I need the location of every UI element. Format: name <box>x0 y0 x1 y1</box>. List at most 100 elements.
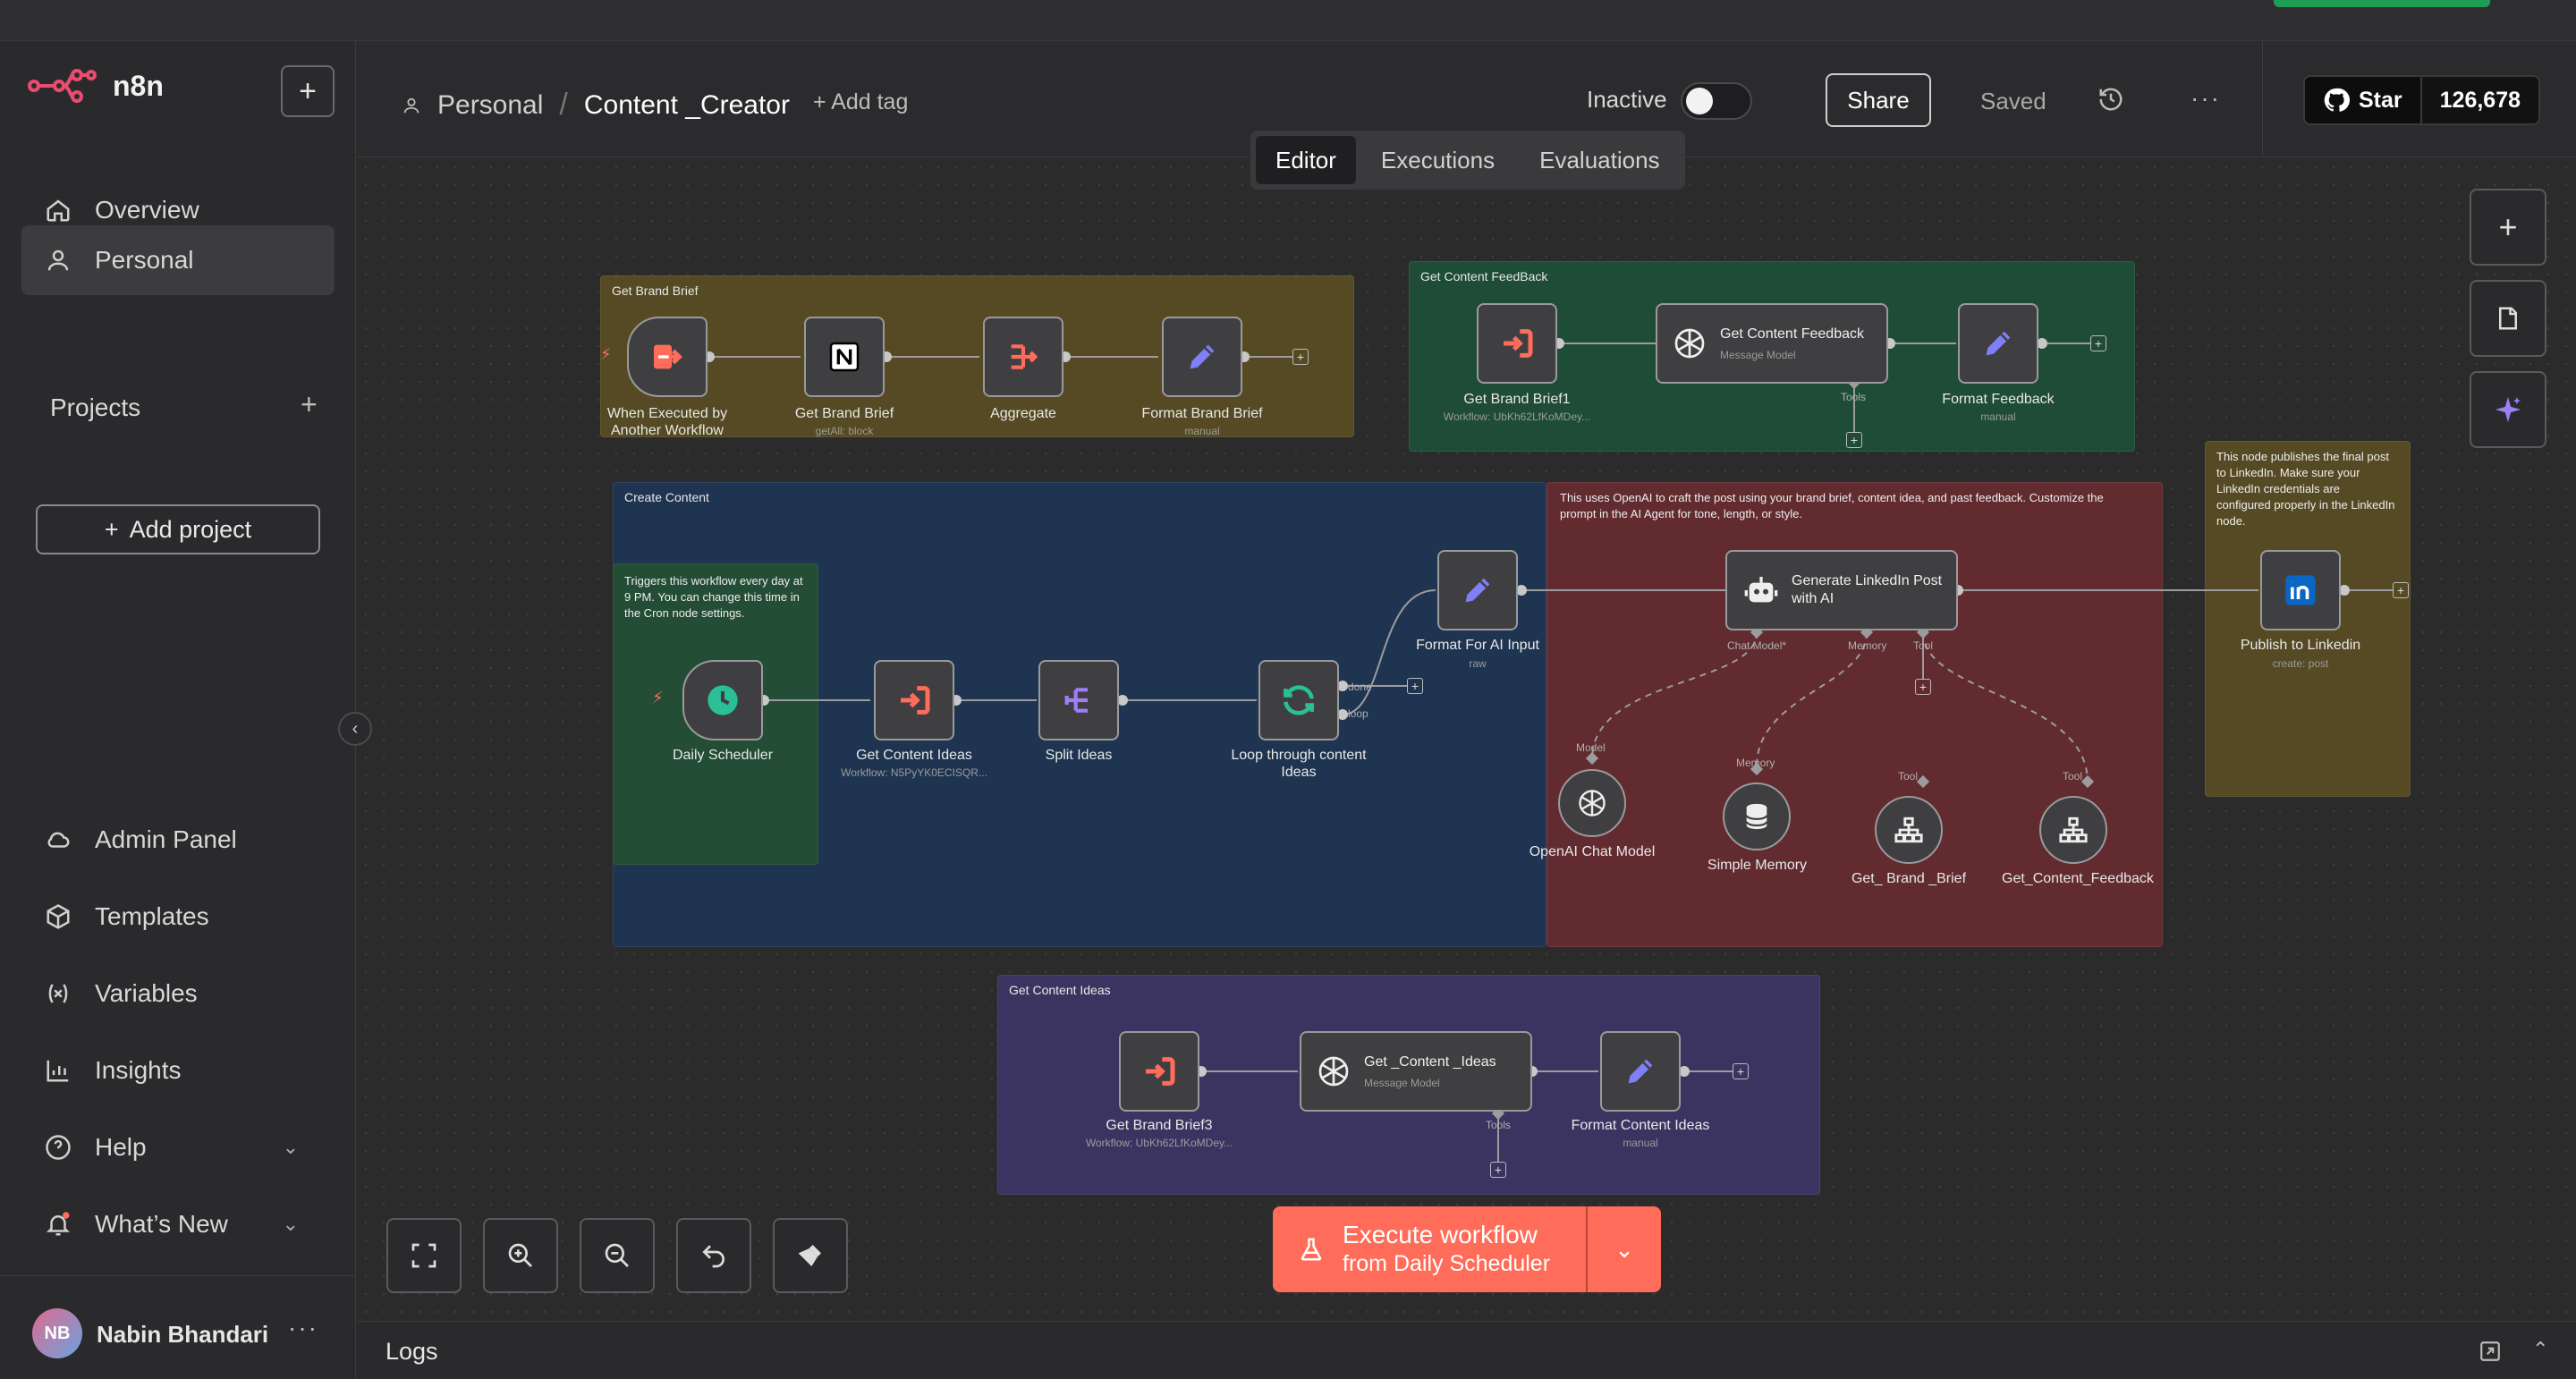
tool-port-label: Tool <box>1898 770 1919 783</box>
execute-dropdown-button[interactable]: ⌄ <box>1588 1236 1661 1264</box>
github-star-button[interactable]: Star 126,678 <box>2303 75 2541 125</box>
node-daily-scheduler[interactable] <box>682 660 763 740</box>
history-icon[interactable] <box>2097 86 2124 113</box>
tab-editor[interactable]: Editor <box>1256 136 1356 184</box>
breadcrumb-project[interactable]: Personal <box>437 90 543 121</box>
node-split-ideas[interactable] <box>1038 660 1119 740</box>
add-tool-button[interactable]: + <box>1915 679 1931 695</box>
node-tool-get-content-feedback[interactable] <box>2039 796 2107 864</box>
add-node-panel-button[interactable]: + <box>2470 189 2546 266</box>
fit-view-button[interactable] <box>386 1218 462 1293</box>
add-project-plus-button[interactable]: + <box>301 388 318 421</box>
zoom-in-button[interactable] <box>483 1218 558 1293</box>
openai-icon <box>1674 328 1705 359</box>
sidebar-item-help[interactable]: Help ⌄ <box>21 1113 335 1182</box>
add-node-button[interactable]: + <box>1733 1063 1749 1079</box>
plus-icon: + <box>104 515 119 543</box>
add-tool-button[interactable]: + <box>1846 432 1862 448</box>
memory-port-label: Memory <box>1736 757 1775 769</box>
user-icon <box>403 97 419 113</box>
notion-icon <box>829 342 860 372</box>
execute-workflow-button[interactable]: Execute workflow from Daily Scheduler ⌄ <box>1273 1206 1661 1292</box>
node-get-content-ideas-model[interactable]: Get _Content _Ideas Message Model <box>1300 1031 1532 1112</box>
tab-executions[interactable]: Executions <box>1361 136 1514 184</box>
node-label: Get Content Ideas <box>856 748 972 763</box>
broom-icon <box>798 1245 821 1266</box>
create-new-button[interactable]: + <box>281 65 335 117</box>
ai-assistant-button[interactable] <box>2470 371 2546 448</box>
node-subtitle: getAll: block <box>815 425 874 437</box>
node-get-brand-brief[interactable] <box>804 317 885 397</box>
breadcrumb-separator: / <box>559 88 568 122</box>
add-node-button[interactable]: + <box>1407 678 1423 694</box>
add-node-button[interactable]: + <box>1292 349 1309 365</box>
done-port-label: done <box>1348 681 1372 693</box>
sticky-note-icon <box>2499 307 2517 330</box>
node-aggregate[interactable] <box>983 317 1063 397</box>
openai-icon <box>1579 790 1606 816</box>
collapse-sidebar-button[interactable]: ‹ <box>338 712 372 746</box>
zoom-out-button[interactable] <box>580 1218 655 1293</box>
toggle-knob <box>1686 88 1713 114</box>
node-format-feedback[interactable] <box>1958 303 2038 384</box>
linkedin-icon <box>2285 575 2316 605</box>
sidebar-item-templates[interactable]: Templates <box>21 882 335 952</box>
sidebar-item-label: Admin Panel <box>95 825 237 853</box>
sidebar-item-admin-panel[interactable]: Admin Panel <box>21 805 335 875</box>
node-format-for-ai-input[interactable] <box>1437 550 1518 630</box>
chevron-down-icon: ⌄ <box>282 1213 299 1235</box>
add-node-button[interactable]: + <box>2090 335 2106 351</box>
sidebar-item-variables[interactable]: Variables <box>21 959 335 1028</box>
open-panel-icon[interactable] <box>2479 1340 2502 1363</box>
node-loop-content-ideas[interactable] <box>1258 660 1339 740</box>
sidebar-item-label: What’s New <box>95 1210 228 1238</box>
chevron-down-icon: ⌄ <box>282 1136 299 1158</box>
trigger-bolt-icon: ⚡ <box>600 345 612 363</box>
node-generate-linkedin-post[interactable]: Generate LinkedIn Post with AI <box>1725 550 1958 630</box>
robot-icon <box>1744 577 1778 603</box>
github-star-count: 126,678 <box>2419 77 2539 123</box>
sidebar-item-whats-new[interactable]: What’s New ⌄ <box>21 1189 335 1259</box>
node-get-content-ideas[interactable] <box>874 660 954 740</box>
node-publish-to-linkedin[interactable] <box>2260 550 2341 630</box>
user-options-icon[interactable]: ··· <box>288 1314 318 1342</box>
add-tag-button[interactable]: + Add tag <box>813 89 908 115</box>
n8n-logo[interactable]: n8n <box>27 68 164 104</box>
add-node-button[interactable]: + <box>2393 582 2409 598</box>
tidy-up-button[interactable] <box>773 1218 848 1293</box>
node-label: Get Brand Brief1 <box>1463 392 1571 407</box>
sidebar-item-personal[interactable]: Personal <box>21 225 335 295</box>
node-tool-get-brand-brief[interactable] <box>1875 796 1943 864</box>
workflow-canvas[interactable]: Get Brand Brief Get Content FeedBack Cre… <box>357 158 2576 1321</box>
workflow-name[interactable]: Content _Creator <box>584 90 790 121</box>
node-label: Get_ Brand _Brief <box>1851 871 1967 886</box>
add-tool-button[interactable]: + <box>1490 1162 1506 1178</box>
more-options-icon[interactable]: ··· <box>2190 84 2221 113</box>
node-label: Aggregate <box>990 406 1056 421</box>
node-get-brand-brief1[interactable] <box>1477 303 1557 384</box>
node-get-brand-brief3[interactable] <box>1119 1031 1199 1112</box>
logs-panel[interactable]: Logs ⌃ <box>357 1321 2576 1379</box>
share-button[interactable]: Share <box>1826 73 1931 127</box>
sidebar-item-insights[interactable]: Insights <box>21 1036 335 1105</box>
node-get-content-feedback[interactable]: Get Content Feedback Message Model <box>1656 303 1888 384</box>
undo-button[interactable] <box>676 1218 751 1293</box>
fit-view-icon <box>411 1243 436 1268</box>
upgrade-banner[interactable] <box>2274 0 2490 7</box>
node-when-executed[interactable] <box>627 317 708 397</box>
node-subtitle: raw <box>1469 657 1487 670</box>
add-project-button[interactable]: + Add project <box>36 504 320 554</box>
tab-evaluations[interactable]: Evaluations <box>1520 136 1679 184</box>
node-openai-chat-model[interactable] <box>1558 769 1626 837</box>
node-simple-memory[interactable] <box>1723 783 1791 850</box>
cloud-icon <box>47 832 70 848</box>
user-menu[interactable]: NB Nabin Bhandari ··· <box>0 1275 356 1379</box>
execute-sublabel: from Daily Scheduler <box>1343 1251 1551 1276</box>
user-icon <box>47 250 69 271</box>
chevron-up-icon[interactable]: ⌃ <box>2532 1338 2548 1361</box>
node-format-content-ideas[interactable] <box>1600 1031 1681 1112</box>
add-sticky-note-button[interactable] <box>2470 280 2546 357</box>
node-format-brand-brief[interactable] <box>1162 317 1242 397</box>
node-subtitle: create: post <box>2272 657 2329 670</box>
active-toggle[interactable] <box>1681 82 1752 120</box>
